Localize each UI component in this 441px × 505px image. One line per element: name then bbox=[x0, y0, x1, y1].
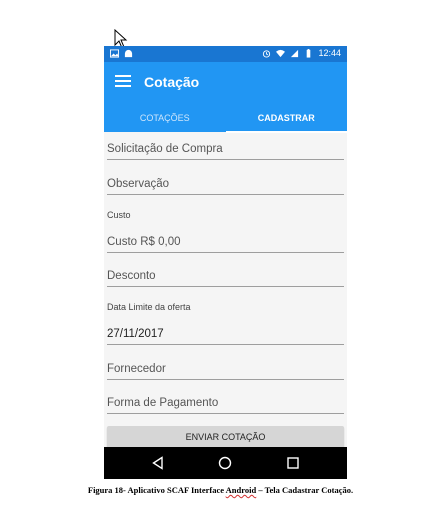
app-bar: Cotação bbox=[104, 62, 347, 106]
android-nav-bar bbox=[104, 447, 347, 479]
caption-prefix: Figura 18- Aplicativo SCAF Interface bbox=[87, 485, 226, 495]
forma-pagamento-field[interactable]: Forma de Pagamento bbox=[107, 396, 344, 414]
tab-bar: COTAÇÕES CADASTRAR bbox=[104, 106, 348, 133]
recents-icon[interactable] bbox=[286, 456, 300, 470]
battery-icon bbox=[307, 49, 311, 58]
phone-screen: 12:44 Cotação COTAÇÕES CADASTRAR Solicit… bbox=[104, 46, 347, 479]
data-limite-field[interactable]: 27/11/2017 bbox=[107, 327, 344, 345]
custo-caption: Custo bbox=[107, 210, 131, 220]
wifi-icon bbox=[276, 49, 286, 58]
back-icon[interactable] bbox=[151, 456, 165, 470]
tab-cadastrar[interactable]: CADASTRAR bbox=[225, 106, 348, 133]
caption-android: Android bbox=[225, 485, 257, 495]
enviar-cotacao-button[interactable]: ENVIAR COTAÇÃO bbox=[107, 426, 344, 448]
status-time: 12:44 bbox=[318, 48, 341, 58]
custo-field[interactable]: Custo R$ 0,00 bbox=[107, 235, 344, 253]
android-icon bbox=[124, 49, 133, 58]
signal-icon bbox=[291, 49, 299, 58]
image-icon bbox=[110, 49, 119, 58]
solicitacao-field[interactable]: Solicitação de Compra bbox=[107, 142, 344, 160]
fornecedor-field[interactable]: Fornecedor bbox=[107, 362, 344, 380]
status-bar: 12:44 bbox=[104, 46, 347, 62]
tab-cotacoes[interactable]: COTAÇÕES bbox=[104, 106, 226, 132]
page-title: Cotação bbox=[144, 74, 200, 90]
alarm-icon bbox=[263, 50, 271, 58]
menu-icon[interactable] bbox=[115, 75, 131, 89]
figure-caption: Figura 18- Aplicativo SCAF Interface And… bbox=[0, 485, 441, 495]
observacao-field[interactable]: Observação bbox=[107, 177, 344, 195]
home-icon[interactable] bbox=[218, 456, 232, 470]
desconto-field[interactable]: Desconto bbox=[107, 269, 344, 287]
caption-suffix: – Tela Cadastrar Cotação. bbox=[256, 485, 354, 495]
data-limite-caption: Data Limite da oferta bbox=[107, 302, 191, 312]
